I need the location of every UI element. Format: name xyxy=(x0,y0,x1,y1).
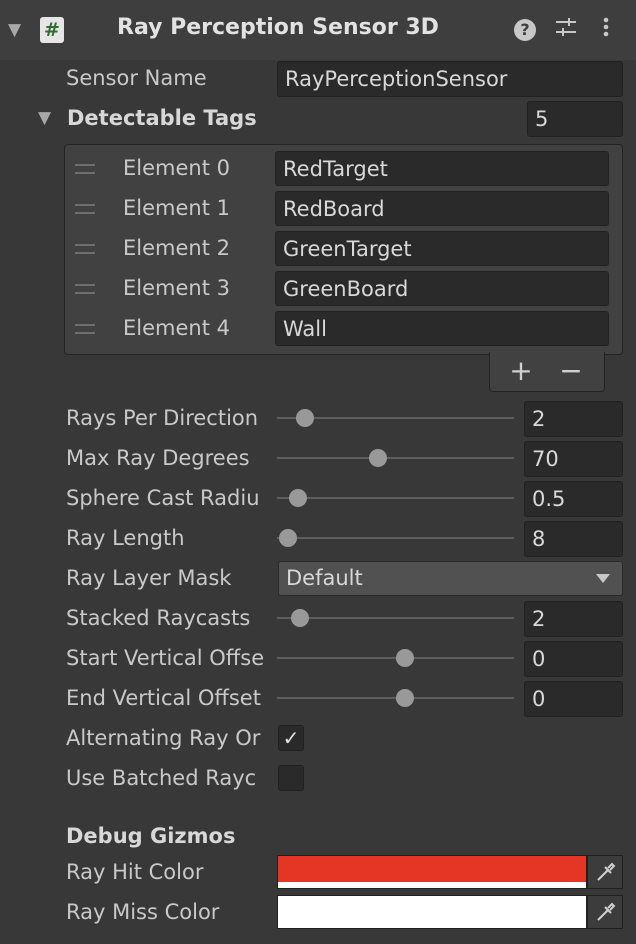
alternating-ray-order-checkbox[interactable]: ✓ xyxy=(278,725,304,751)
element-3-label: Element 3 xyxy=(123,276,230,300)
checkmark-icon: ✓ xyxy=(282,726,300,750)
detectable-tags-size-field[interactable]: 5 xyxy=(527,101,623,137)
component-title: Ray Perception Sensor 3D xyxy=(117,15,439,40)
ray-layer-mask-value: Default xyxy=(286,566,363,590)
start-vertical-offset-slider-thumb[interactable] xyxy=(395,649,414,667)
start-vertical-offset-field[interactable]: 0 xyxy=(524,641,623,677)
end-vertical-offset-label: End Vertical Offset xyxy=(66,686,261,710)
element-2-label: Element 2 xyxy=(123,236,230,260)
debug-gizmos-header: Debug Gizmos xyxy=(66,824,236,848)
ray-length-label: Ray Length xyxy=(66,526,185,550)
stacked-raycasts-field[interactable]: 2 xyxy=(524,601,623,637)
sphere-cast-radius-slider-thumb[interactable] xyxy=(288,489,307,507)
add-element-button[interactable]: + xyxy=(506,354,536,388)
max-ray-degrees-label: Max Ray Degrees xyxy=(66,446,250,470)
ray-miss-eyedropper-button[interactable] xyxy=(587,895,623,929)
ray-length-slider-thumb[interactable] xyxy=(279,529,298,547)
element-0-label: Element 0 xyxy=(123,156,230,180)
max-ray-degrees-field[interactable]: 70 xyxy=(524,441,623,477)
stacked-raycasts-track[interactable] xyxy=(277,617,514,619)
ray-layer-mask-dropdown[interactable]: Default xyxy=(278,561,623,596)
rays-per-direction-label: Rays Per Direction xyxy=(66,406,259,430)
drag-handle-icon[interactable] xyxy=(75,284,95,294)
rays-per-direction-field[interactable]: 2 xyxy=(524,401,623,437)
detectable-tags-foldout-arrow[interactable]: ▼ xyxy=(38,108,51,128)
end-vertical-offset-slider-thumb[interactable] xyxy=(395,689,414,707)
drag-handle-icon[interactable] xyxy=(75,324,95,334)
drag-handle-icon[interactable] xyxy=(75,244,95,254)
max-ray-degrees-track[interactable] xyxy=(277,457,514,459)
start-vertical-offset-label: Start Vertical Offse xyxy=(66,646,265,670)
script-icon: # xyxy=(40,17,64,43)
ray-hit-eyedropper-button[interactable] xyxy=(587,855,623,889)
preset-sliders-icon[interactable] xyxy=(554,15,578,45)
drag-handle-icon[interactable] xyxy=(75,204,95,214)
element-4-label: Element 4 xyxy=(123,316,230,340)
sensor-name-label: Sensor Name xyxy=(66,66,207,90)
element-2-field[interactable]: GreenTarget xyxy=(275,231,609,266)
use-batched-raycasts-label: Use Batched Rayc xyxy=(66,766,257,790)
ray-length-field[interactable]: 8 xyxy=(524,521,623,557)
help-icon[interactable]: ? xyxy=(514,19,536,41)
remove-element-button[interactable]: − xyxy=(556,354,586,388)
ray-length-track[interactable] xyxy=(277,537,514,539)
ray-hit-alpha-bar xyxy=(278,882,586,888)
element-1-label: Element 1 xyxy=(123,196,230,220)
element-1-field[interactable]: RedBoard xyxy=(275,191,609,226)
stacked-raycasts-slider-thumb[interactable] xyxy=(291,609,310,627)
max-ray-degrees-slider-thumb[interactable] xyxy=(369,449,388,467)
ray-miss-color-field[interactable] xyxy=(277,895,587,929)
more-vert-icon[interactable] xyxy=(594,15,618,45)
component-foldout-arrow[interactable]: ▼ xyxy=(8,20,21,40)
alternating-ray-order-label: Alternating Ray Or xyxy=(66,726,261,750)
rays-per-direction-slider-thumb[interactable] xyxy=(295,409,314,427)
drag-handle-icon[interactable] xyxy=(75,164,95,174)
element-3-field[interactable]: GreenBoard xyxy=(275,271,609,306)
stacked-raycasts-label: Stacked Raycasts xyxy=(66,606,251,630)
sensor-name-field[interactable]: RayPerceptionSensor xyxy=(277,61,623,97)
end-vertical-offset-field[interactable]: 0 xyxy=(524,681,623,717)
sphere-cast-radius-label: Sphere Cast Radiu xyxy=(66,486,260,510)
sphere-cast-radius-track[interactable] xyxy=(277,497,514,499)
eyedropper-icon xyxy=(597,862,616,881)
eyedropper-icon xyxy=(597,902,616,921)
ray-hit-color-label: Ray Hit Color xyxy=(66,860,204,884)
dropdown-arrow-icon xyxy=(596,574,610,583)
sphere-cast-radius-field[interactable]: 0.5 xyxy=(524,481,623,517)
use-batched-raycasts-checkbox[interactable] xyxy=(278,765,304,791)
ray-layer-mask-label: Ray Layer Mask xyxy=(66,566,232,590)
detectable-tags-label: Detectable Tags xyxy=(67,106,257,130)
element-4-field[interactable]: Wall xyxy=(275,311,609,346)
element-0-field[interactable]: RedTarget xyxy=(275,151,609,186)
ray-miss-color-label: Ray Miss Color xyxy=(66,900,220,924)
